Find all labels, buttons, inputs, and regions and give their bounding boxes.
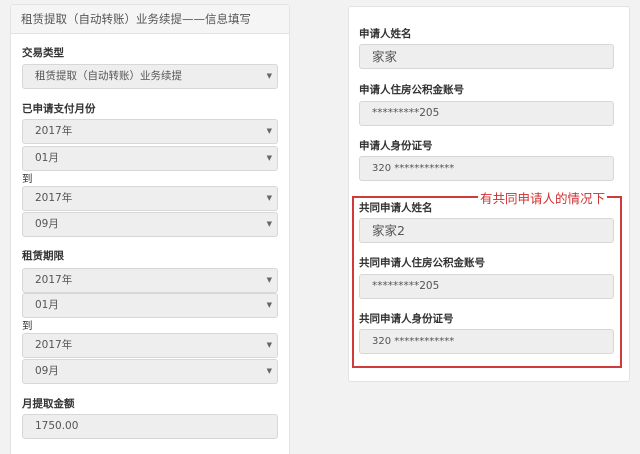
annotation-connector-line xyxy=(466,196,476,198)
chevron-down-icon: ▼ xyxy=(266,220,272,228)
transaction-type-select[interactable]: 租赁提取（自动转账）业务续提 ▼ xyxy=(22,64,278,89)
paid-month-to-year-select[interactable]: 2017年 ▼ xyxy=(22,186,278,211)
monthly-amount-label: 月提取金额 xyxy=(22,398,75,410)
paid-month-to-month-value: 09月 xyxy=(35,218,59,230)
applicant-fund-account-field[interactable]: *********205 xyxy=(359,101,614,126)
paid-month-to-label: 到 xyxy=(22,173,33,185)
lease-term-from-year-value: 2017年 xyxy=(35,274,73,286)
chevron-down-icon: ▼ xyxy=(266,127,272,135)
chevron-down-icon: ▼ xyxy=(266,72,272,80)
transaction-type-value: 租赁提取（自动转账）业务续提 xyxy=(35,70,182,82)
lease-term-to-label: 到 xyxy=(22,320,33,332)
applicant-name-label: 申请人姓名 xyxy=(359,28,412,40)
lease-term-to-month-value: 09月 xyxy=(35,365,59,377)
monthly-amount-field[interactable]: 1750.00 xyxy=(22,414,278,439)
panel-title: 租赁提取（自动转账）业务续提——信息填写 xyxy=(11,5,289,34)
paid-month-from-year-select[interactable]: 2017年 ▼ xyxy=(22,119,278,144)
chevron-down-icon: ▼ xyxy=(266,154,272,162)
applicant-id-field[interactable]: 320 ************ xyxy=(359,156,614,181)
paid-month-to-month-select[interactable]: 09月 ▼ xyxy=(22,212,278,237)
paid-month-to-year-value: 2017年 xyxy=(35,192,73,204)
chevron-down-icon: ▼ xyxy=(266,341,272,349)
chevron-down-icon: ▼ xyxy=(266,301,272,309)
chevron-down-icon: ▼ xyxy=(266,276,272,284)
applicant-fund-account-label: 申请人住房公积金账号 xyxy=(359,84,464,96)
paid-month-label: 已申请支付月份 xyxy=(22,103,96,115)
paid-month-from-year-value: 2017年 xyxy=(35,125,73,137)
paid-month-from-month-value: 01月 xyxy=(35,152,59,164)
applicant-name-field[interactable]: 家家 xyxy=(359,44,614,69)
chevron-down-icon: ▼ xyxy=(266,194,272,202)
transaction-type-label: 交易类型 xyxy=(22,47,64,59)
lease-term-to-year-value: 2017年 xyxy=(35,339,73,351)
lease-term-to-month-select[interactable]: 09月 ▼ xyxy=(22,359,278,384)
lease-term-to-year-select[interactable]: 2017年 ▼ xyxy=(22,333,278,358)
lease-term-from-month-value: 01月 xyxy=(35,299,59,311)
co-applicant-highlight-box xyxy=(352,196,622,368)
co-applicant-annotation: 有共同申请人的情况下 xyxy=(478,188,608,207)
lease-term-from-month-select[interactable]: 01月 ▼ xyxy=(22,293,278,318)
paid-month-from-month-select[interactable]: 01月 ▼ xyxy=(22,146,278,171)
applicant-id-label: 申请人身份证号 xyxy=(359,140,433,152)
chevron-down-icon: ▼ xyxy=(266,367,272,375)
lease-term-label: 租赁期限 xyxy=(22,250,64,262)
lease-term-from-year-select[interactable]: 2017年 ▼ xyxy=(22,268,278,293)
